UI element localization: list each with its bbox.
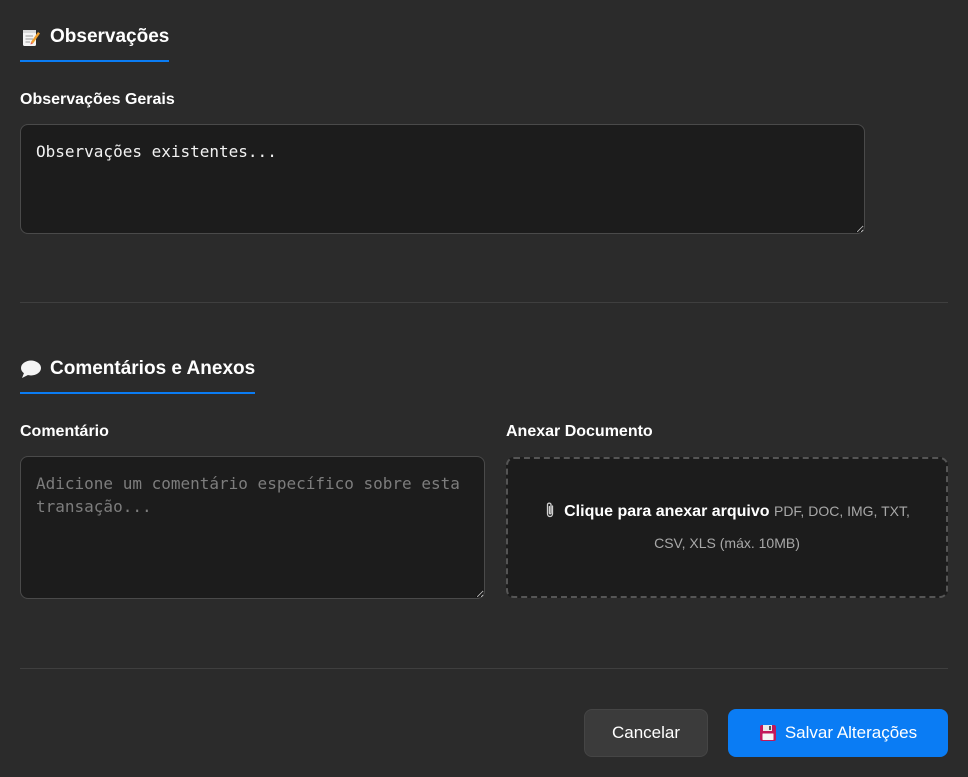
attach-main-text: Clique para anexar arquivo xyxy=(564,503,770,520)
dropzone-text: Clique para anexar arquivo PDF, DOC, IMG… xyxy=(527,497,927,558)
comments-heading-text: Comentários e Anexos xyxy=(50,358,256,379)
cancel-button-label: Cancelar xyxy=(611,723,681,742)
save-changes-button[interactable]: Salvar Alterações xyxy=(728,709,948,757)
comments-heading: Comentários e Anexos xyxy=(20,358,256,394)
paperclip-icon xyxy=(544,500,556,529)
floppy-disk-icon xyxy=(759,724,777,742)
memo-icon xyxy=(20,26,42,48)
comment-label: Comentário xyxy=(20,423,109,440)
form-page: Observações Observações Gerais Observaçõ… xyxy=(0,0,968,777)
cancel-button[interactable]: Cancelar xyxy=(584,709,708,757)
observations-heading: Observações xyxy=(20,26,170,62)
general-observations-label: Observações Gerais xyxy=(20,91,175,108)
speech-bubble-icon xyxy=(20,358,42,380)
comment-textarea[interactable] xyxy=(20,456,485,599)
observations-heading-text: Observações xyxy=(50,26,170,47)
attach-file-dropzone[interactable]: Clique para anexar arquivo PDF, DOC, IMG… xyxy=(506,457,948,598)
actions-divider xyxy=(20,668,948,669)
attach-document-label: Anexar Documento xyxy=(506,423,653,440)
general-observations-textarea[interactable]: Observações existentes... xyxy=(20,124,865,234)
section-divider xyxy=(20,302,948,303)
save-button-label: Salvar Alterações xyxy=(784,723,918,742)
